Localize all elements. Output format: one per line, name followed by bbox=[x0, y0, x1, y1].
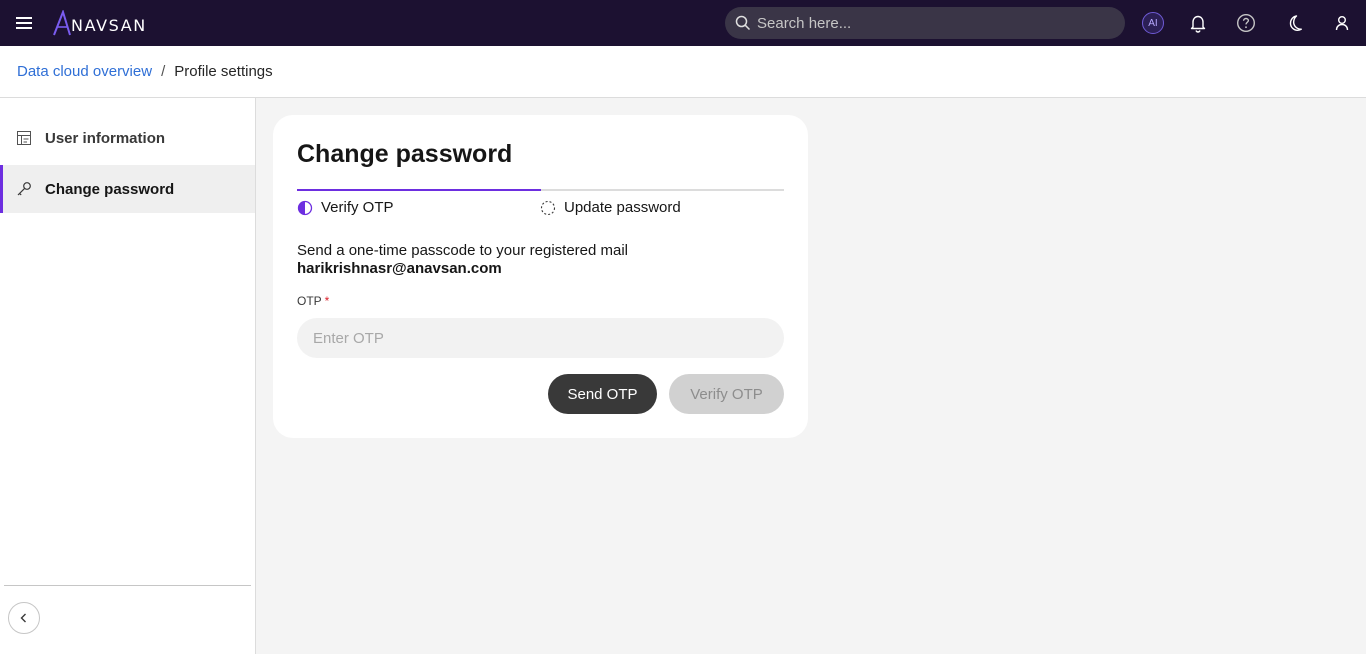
otp-label-text: OTP bbox=[297, 294, 322, 308]
app-logo[interactable]: NAVSAN bbox=[52, 10, 147, 36]
key-icon bbox=[16, 181, 32, 197]
sidebar-item-label: Change password bbox=[45, 180, 175, 198]
progress-indicator bbox=[297, 189, 784, 191]
verify-otp-button[interactable]: Verify OTP bbox=[669, 374, 784, 414]
sidebar-item-change-password[interactable]: Change password bbox=[0, 165, 255, 213]
ai-assistant-button[interactable]: AI bbox=[1141, 11, 1165, 35]
otp-description: Send a one-time passcode to your registe… bbox=[297, 242, 629, 259]
progress-fill bbox=[297, 189, 541, 191]
sidebar: User information Change password bbox=[0, 98, 256, 654]
sidebar-item-label: User information bbox=[45, 129, 166, 147]
breadcrumb-current: Profile settings bbox=[174, 63, 273, 80]
top-bar: NAVSAN AI bbox=[0, 0, 1366, 46]
user-icon bbox=[1335, 16, 1349, 31]
step-verify-otp[interactable]: Verify OTP bbox=[297, 199, 394, 216]
search-bar[interactable] bbox=[725, 7, 1125, 39]
theme-toggle-button[interactable] bbox=[1282, 11, 1306, 35]
step-update-password[interactable]: Update password bbox=[540, 199, 681, 216]
required-indicator: * bbox=[324, 294, 330, 308]
search-icon bbox=[735, 15, 751, 31]
sidebar-divider bbox=[4, 585, 251, 586]
step-label: Update password bbox=[564, 199, 681, 216]
help-icon bbox=[1236, 13, 1256, 33]
notifications-button[interactable] bbox=[1186, 11, 1210, 35]
collapse-sidebar-button[interactable] bbox=[8, 602, 40, 634]
brand-name: NAVSAN bbox=[71, 16, 147, 35]
chevron-left-icon bbox=[20, 613, 26, 623]
breadcrumb-link-data-cloud-overview[interactable]: Data cloud overview bbox=[17, 63, 152, 80]
search-input[interactable] bbox=[757, 14, 1097, 32]
step-in-progress-icon bbox=[297, 200, 313, 215]
sidebar-item-user-information[interactable]: User information bbox=[0, 114, 255, 162]
bell-icon bbox=[1190, 15, 1206, 33]
user-menu-button[interactable] bbox=[1330, 11, 1354, 35]
step-pending-icon bbox=[540, 200, 556, 215]
breadcrumb-separator: / bbox=[161, 63, 166, 80]
registered-email: harikrishnasr@anavsan.com bbox=[297, 260, 502, 277]
moon-icon bbox=[1289, 15, 1302, 31]
otp-input[interactable] bbox=[297, 318, 784, 358]
send-otp-button[interactable]: Send OTP bbox=[548, 374, 657, 414]
card-title: Change password bbox=[297, 140, 513, 168]
change-password-card: Change password Verify OTP Update passwo… bbox=[273, 115, 808, 438]
help-button[interactable] bbox=[1234, 11, 1258, 35]
otp-label: OTP * bbox=[297, 294, 329, 308]
breadcrumb: Data cloud overview / Profile settings bbox=[0, 46, 1366, 98]
step-label: Verify OTP bbox=[321, 199, 394, 216]
ai-icon: AI bbox=[1142, 12, 1164, 34]
logo-mark bbox=[53, 10, 71, 36]
menu-icon[interactable] bbox=[12, 11, 36, 35]
user-info-icon bbox=[16, 130, 32, 146]
